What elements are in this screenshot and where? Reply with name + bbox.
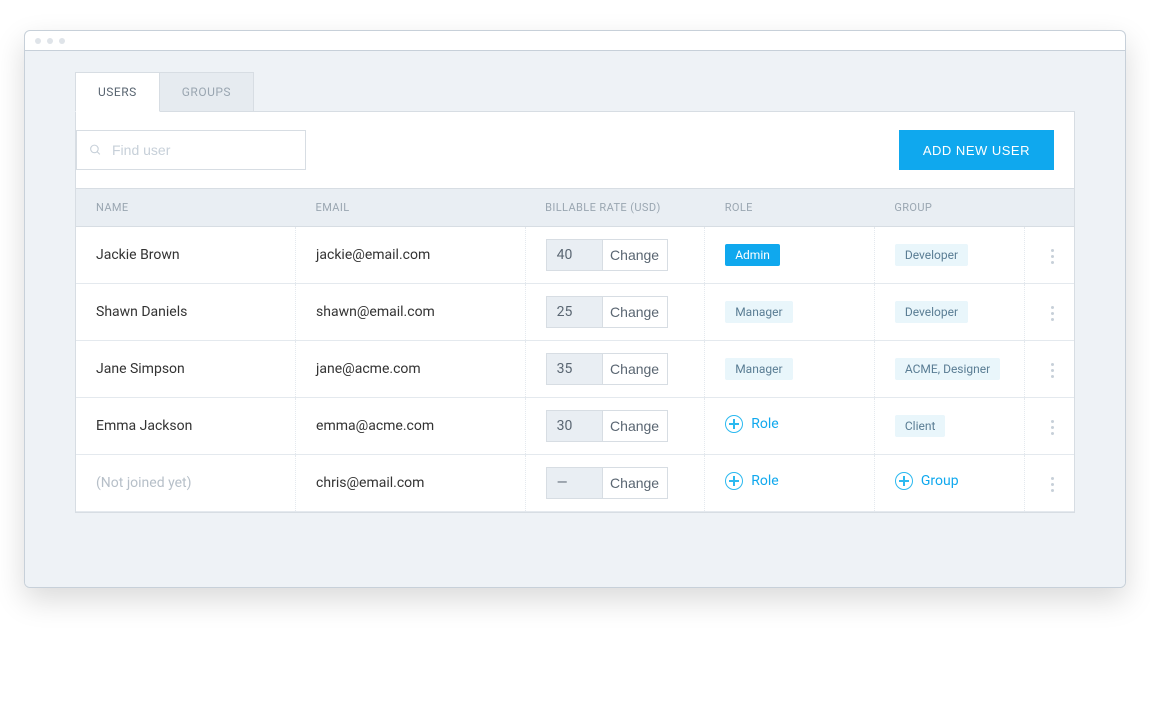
cell-rate: —Change (525, 455, 705, 512)
add-group-button[interactable]: Group (895, 472, 959, 490)
traffic-light-dot (35, 38, 41, 44)
rate-change-button[interactable]: Change (603, 468, 667, 498)
rate-change-button[interactable]: Change (603, 411, 667, 441)
rate-change-button[interactable]: Change (603, 240, 667, 270)
cell-name: Emma Jackson (76, 398, 296, 455)
rate-value: 25 (547, 297, 603, 327)
cell-rate: 25Change (525, 284, 705, 341)
col-name: NAME (76, 189, 296, 227)
row-menu-icon[interactable] (1045, 471, 1060, 498)
row-menu-icon[interactable] (1045, 414, 1060, 441)
cell-role: Role (705, 398, 875, 455)
rate-value: — (547, 468, 603, 498)
rate-group: 40Change (546, 239, 668, 271)
cell-actions (1024, 227, 1074, 284)
tab-users[interactable]: USERS (75, 72, 160, 112)
group-badge[interactable]: Developer (895, 301, 968, 323)
app-window: USERS GROUPS ADD NEW USER NAME EMAIL (24, 30, 1126, 588)
cell-email: emma@acme.com (296, 398, 526, 455)
cell-email: shawn@email.com (296, 284, 526, 341)
search-icon (89, 141, 102, 159)
cell-name: Jackie Brown (76, 227, 296, 284)
traffic-light-dot (59, 38, 65, 44)
rate-group: 25Change (546, 296, 668, 328)
cell-group: Developer (874, 227, 1024, 284)
rate-change-button[interactable]: Change (603, 354, 667, 384)
cell-email: jane@acme.com (296, 341, 526, 398)
traffic-light-dot (47, 38, 53, 44)
add-role-button[interactable]: Role (725, 472, 778, 490)
add-role-button[interactable]: Role (725, 415, 778, 433)
cell-group: Developer (874, 284, 1024, 341)
tab-groups[interactable]: GROUPS (160, 72, 254, 112)
cell-role: Role (705, 455, 875, 512)
cell-rate: 30Change (525, 398, 705, 455)
window-titlebar (25, 31, 1125, 51)
table-row: Jackie Brownjackie@email.com 40Change Admi… (76, 227, 1074, 284)
role-badge[interactable]: Manager (725, 301, 792, 323)
table-row: Jane Simpsonjane@acme.com 35Change Manager… (76, 341, 1074, 398)
add-role-label: Role (751, 416, 778, 432)
cell-rate: 40Change (525, 227, 705, 284)
cell-group: Client (874, 398, 1024, 455)
rate-change-button[interactable]: Change (603, 297, 667, 327)
table-row: Emma Jacksonemma@acme.com 30Change Role Cli… (76, 398, 1074, 455)
row-menu-icon[interactable] (1045, 300, 1060, 327)
cell-email: chris@email.com (296, 455, 526, 512)
cell-actions (1024, 284, 1074, 341)
table-row: Shawn Danielsshawn@email.com 25Change Mana… (76, 284, 1074, 341)
rate-value: 30 (547, 411, 603, 441)
rate-group: 30Change (546, 410, 668, 442)
col-group: GROUP (874, 189, 1024, 227)
plus-icon (895, 472, 913, 490)
cell-role: Admin (705, 227, 875, 284)
tab-bar: USERS GROUPS (75, 72, 1075, 112)
table-row: (Not joined yet)chris@email.com —Change Ro… (76, 455, 1074, 512)
group-badge[interactable]: ACME, Designer (895, 358, 1000, 380)
content-area: USERS GROUPS ADD NEW USER NAME EMAIL (25, 51, 1125, 587)
col-email: EMAIL (296, 189, 526, 227)
cell-email: jackie@email.com (296, 227, 526, 284)
cell-rate: 35Change (525, 341, 705, 398)
cell-name: Shawn Daniels (76, 284, 296, 341)
cell-group: ACME, Designer (874, 341, 1024, 398)
row-menu-icon[interactable] (1045, 357, 1060, 384)
add-new-user-button[interactable]: ADD NEW USER (899, 130, 1054, 170)
cell-role: Manager (705, 284, 875, 341)
add-group-label: Group (921, 473, 959, 489)
role-badge[interactable]: Manager (725, 358, 792, 380)
plus-icon (725, 415, 743, 433)
group-badge[interactable]: Client (895, 415, 946, 437)
add-role-label: Role (751, 473, 778, 489)
cell-role: Manager (705, 341, 875, 398)
rate-group: 35Change (546, 353, 668, 385)
group-badge[interactable]: Developer (895, 244, 968, 266)
cell-actions (1024, 455, 1074, 512)
toolbar: ADD NEW USER (76, 112, 1074, 188)
search-input[interactable] (112, 142, 293, 158)
cell-actions (1024, 398, 1074, 455)
plus-icon (725, 472, 743, 490)
users-panel: ADD NEW USER NAME EMAIL BILLABLE RATE (U… (75, 111, 1075, 513)
row-menu-icon[interactable] (1045, 243, 1060, 270)
search-box[interactable] (76, 130, 306, 170)
cell-name: Jane Simpson (76, 341, 296, 398)
cell-name: (Not joined yet) (76, 455, 296, 512)
cell-group: Group (874, 455, 1024, 512)
role-badge[interactable]: Admin (725, 244, 780, 266)
rate-value: 40 (547, 240, 603, 270)
rate-value: 35 (547, 354, 603, 384)
rate-group: —Change (546, 467, 668, 499)
users-table: NAME EMAIL BILLABLE RATE (USD) ROLE GROU… (76, 188, 1074, 512)
col-actions (1024, 189, 1074, 227)
col-rate: BILLABLE RATE (USD) (525, 189, 705, 227)
col-role: ROLE (705, 189, 875, 227)
cell-actions (1024, 341, 1074, 398)
